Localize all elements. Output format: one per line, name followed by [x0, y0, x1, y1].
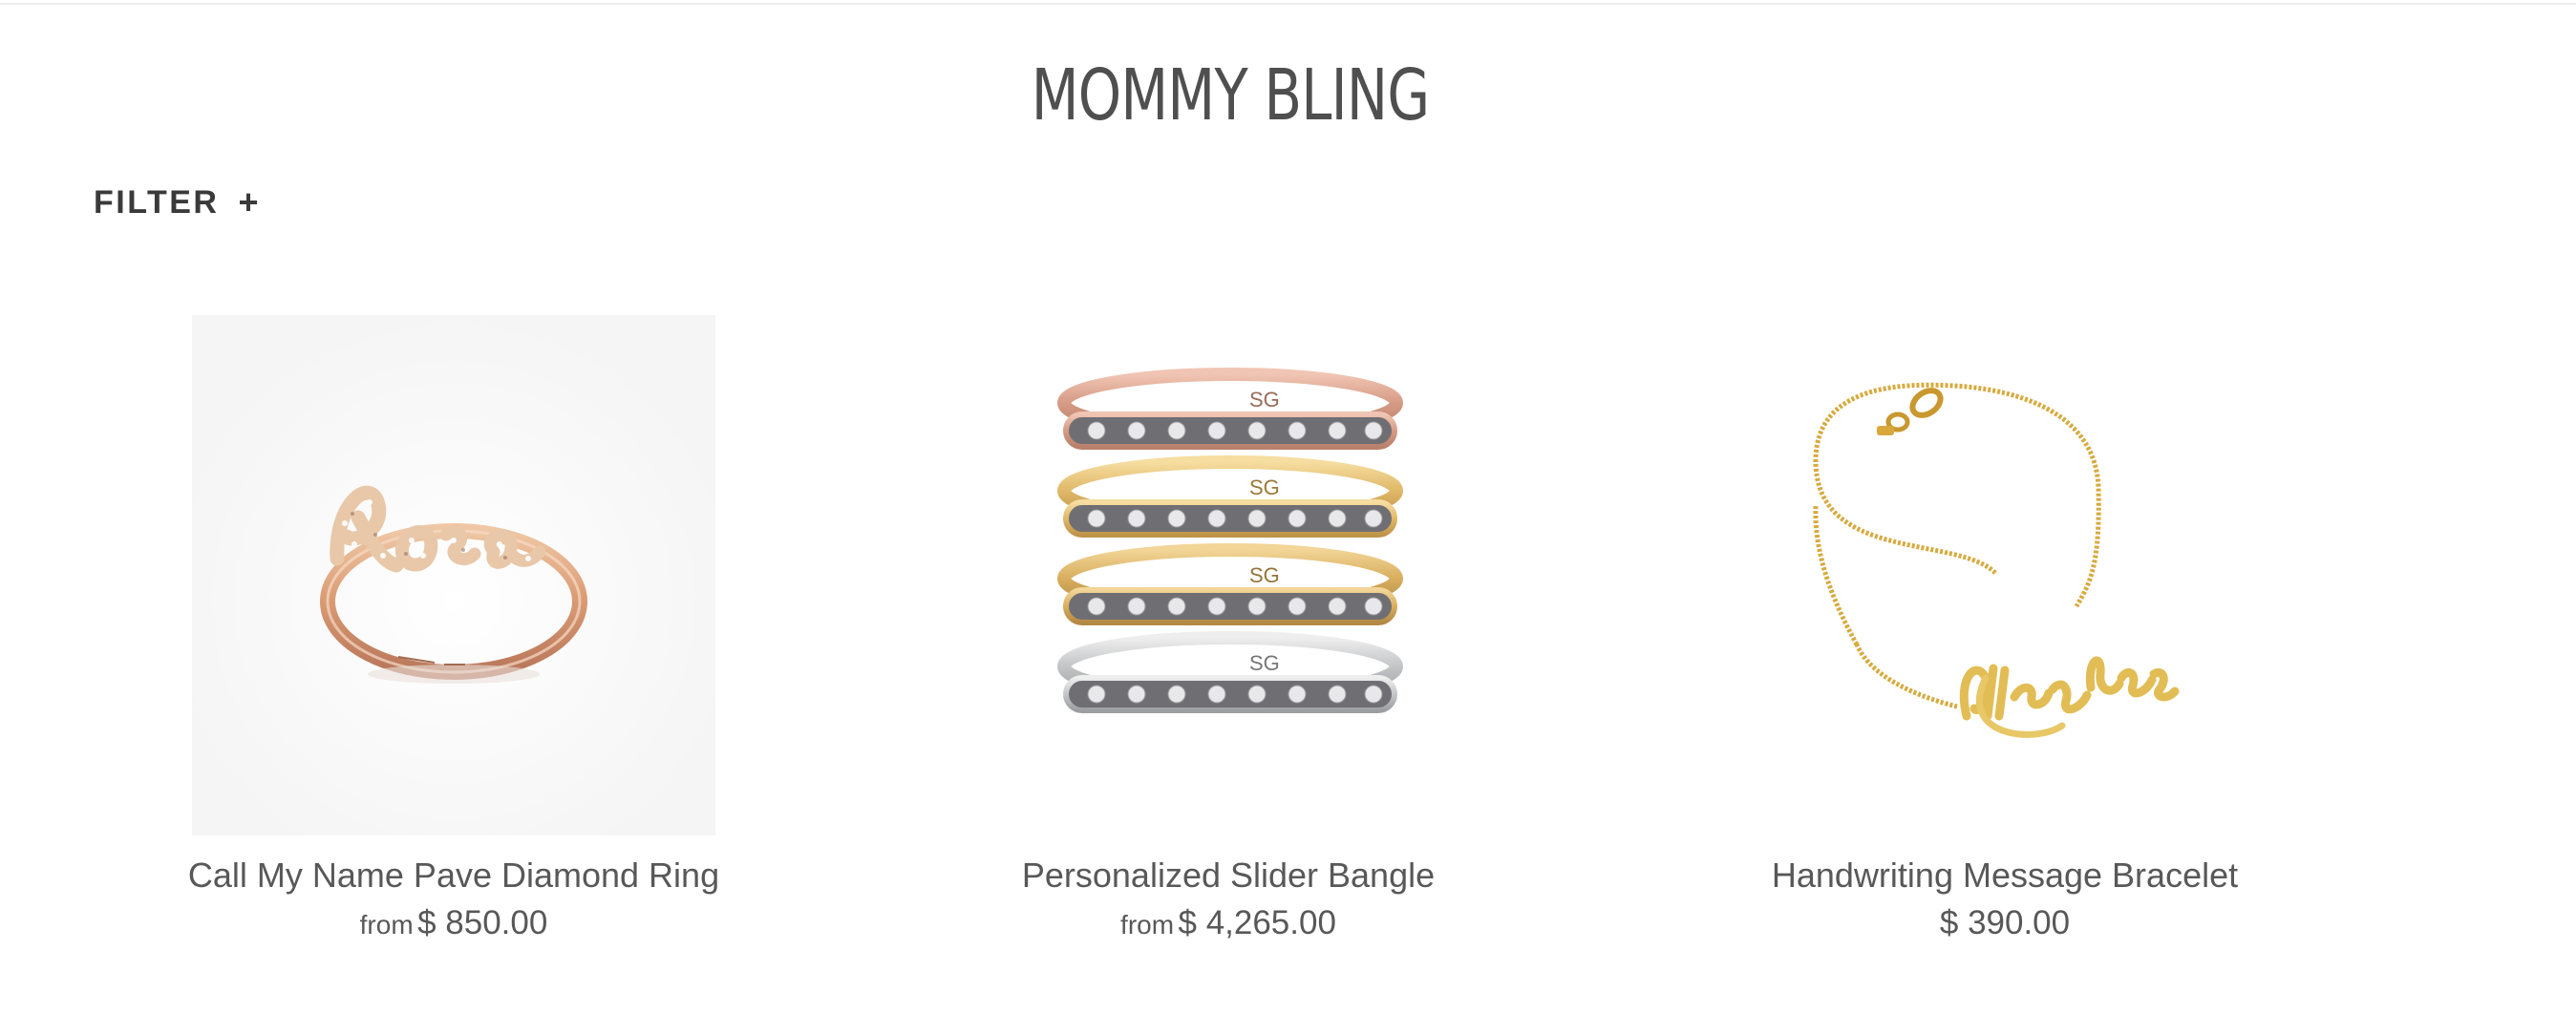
product-price: from $ 850.00 [119, 904, 788, 942]
price-amount: $ 4,265.00 [1178, 904, 1336, 941]
product-name[interactable]: Handwriting Message Bracelet [1671, 853, 2339, 898]
svg-text:SG: SG [1249, 475, 1280, 499]
svg-text:SG: SG [1249, 651, 1280, 675]
filter-label: FILTER [94, 183, 220, 221]
stacked-bangles-icon: SG SG SG SG [1057, 368, 1403, 713]
product-name[interactable]: Personalized Slider Bangle [894, 853, 1563, 898]
product-image[interactable]: SG SG SG SG [894, 315, 1563, 835]
price-amount: $ 850.00 [417, 904, 548, 941]
filter-toggle-button[interactable]: FILTER + [94, 180, 259, 225]
product-card-name-ring[interactable]: Call My Name Pave Diamond Ring from $ 85… [119, 315, 788, 964]
product-image[interactable] [1671, 315, 2339, 835]
svg-text:SG: SG [1249, 563, 1280, 587]
plus-icon: + [238, 182, 259, 222]
price-prefix: from [1120, 910, 1175, 940]
product-image[interactable] [119, 315, 788, 835]
product-card-handwriting-bracelet[interactable]: Handwriting Message Bracelet $ 390.00 [1671, 315, 2339, 964]
header-divider [0, 3, 2576, 5]
price-prefix: from [359, 910, 414, 940]
product-card-slider-bangle[interactable]: SG SG SG SG Personalized Slider Bangle f… [894, 315, 1563, 964]
name-ring-icon [192, 315, 715, 835]
price-amount: $ 390.00 [1939, 904, 2071, 941]
product-price: $ 390.00 [1671, 904, 2339, 942]
product-price: from $ 4,265.00 [894, 904, 1563, 942]
product-name[interactable]: Call My Name Pave Diamond Ring [119, 853, 788, 898]
page-title: MOMMY BLING [1031, 54, 1430, 137]
chain-bracelet-icon [1813, 382, 2180, 738]
svg-text:SG: SG [1249, 388, 1280, 412]
